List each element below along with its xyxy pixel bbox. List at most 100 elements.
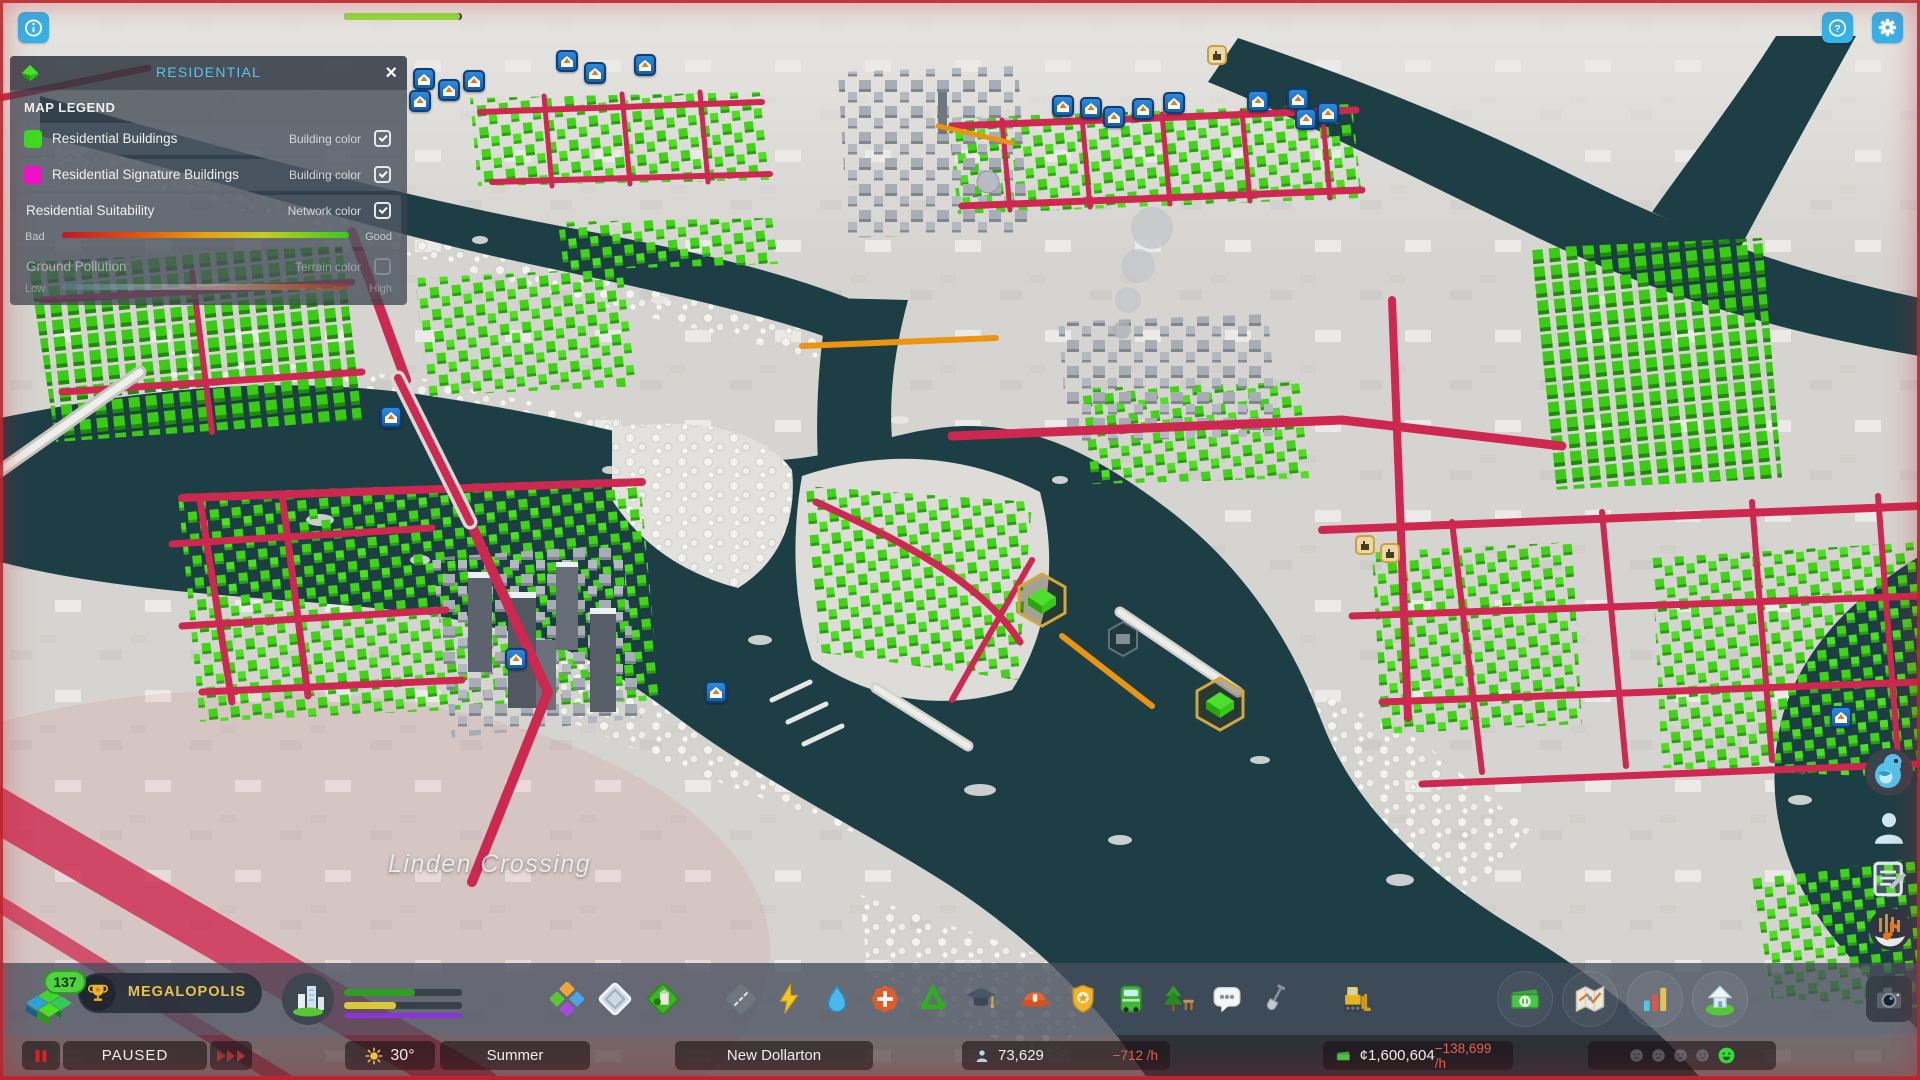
city-information-button[interactable] — [1692, 971, 1748, 1027]
chirper-button[interactable] — [1864, 747, 1914, 802]
level-up-icon[interactable] — [380, 406, 402, 428]
level-up-icon[interactable] — [505, 648, 527, 670]
level-up-icon[interactable] — [1163, 92, 1185, 114]
population-rate: −712 /h — [1112, 1048, 1158, 1063]
legend-row-mode: Building color — [288, 132, 361, 146]
level-up-icon[interactable] — [584, 62, 606, 84]
level-up-icon[interactable] — [556, 50, 578, 72]
terraforming-tool-button[interactable] — [1256, 980, 1294, 1018]
scale-max-label: High — [369, 283, 392, 295]
level-up-icon[interactable] — [463, 70, 485, 92]
roads-icon — [726, 984, 756, 1014]
very-sad-face-icon — [1629, 1049, 1643, 1062]
statistics-button[interactable] — [1627, 971, 1683, 1027]
milestone-name: MEGALOPOLIS — [127, 984, 247, 1000]
suitability-checkbox[interactable] — [374, 202, 391, 219]
milestones-button[interactable]: 137 — [24, 970, 86, 1025]
legend-title: RESIDENTIAL — [156, 64, 261, 80]
building-alert-icon[interactable] — [1355, 535, 1375, 555]
chat-bubble-icon — [1213, 986, 1241, 1013]
communications-tool-button[interactable] — [1208, 980, 1246, 1018]
happiness-widget[interactable] — [1588, 1041, 1776, 1070]
city-info-house-icon — [1705, 985, 1735, 1016]
main-toolbar: 137 MEGALOPOLIS — [0, 13, 1920, 1035]
education-icon — [966, 987, 996, 1009]
season-widget[interactable]: Summer — [440, 1041, 590, 1070]
level-up-icon[interactable] — [409, 90, 431, 112]
level-up-icon[interactable] — [705, 681, 727, 703]
journal-button[interactable] — [1868, 858, 1910, 905]
areas-tool-button[interactable] — [596, 980, 634, 1018]
settings-button[interactable] — [1872, 12, 1903, 43]
electricity-tool-button[interactable] — [770, 980, 808, 1018]
parks-recreation-tool-button[interactable] — [1160, 980, 1198, 1018]
pollution-gradient-bar — [62, 284, 349, 290]
residential-color-swatch — [24, 130, 42, 148]
sad-face-icon — [1651, 1049, 1665, 1062]
pause-icon — [35, 1049, 47, 1062]
city-name-widget[interactable]: New Dollarton — [675, 1041, 873, 1070]
level-up-icon[interactable] — [1317, 102, 1339, 124]
info-views-button[interactable] — [1562, 971, 1618, 1027]
transportation-tool-button[interactable] — [1112, 980, 1150, 1018]
close-icon[interactable]: × — [385, 60, 397, 86]
level-up-icon[interactable] — [438, 79, 460, 101]
recycle-icon — [919, 984, 947, 1012]
inactive-building-marker-icon[interactable] — [1106, 620, 1140, 663]
education-tool-button[interactable] — [962, 980, 1000, 1018]
fast-forward-icon — [217, 1049, 245, 1062]
citizen-lifepath-button[interactable] — [1868, 806, 1910, 855]
speed-up-button[interactable] — [210, 1041, 252, 1070]
areas-icon — [598, 982, 632, 1016]
city-progress-icon — [282, 973, 334, 1025]
zoning-tool-button[interactable] — [548, 980, 586, 1018]
level-up-icon[interactable] — [1103, 106, 1125, 128]
population-widget[interactable]: 73,629 −712 /h — [962, 1041, 1170, 1070]
legend-row-label: Residential Signature Buildings — [52, 167, 239, 182]
info-button[interactable] — [18, 12, 49, 43]
economy-money-icon — [1510, 989, 1540, 1009]
building-alert-icon[interactable] — [1207, 45, 1227, 65]
roads-tool-button[interactable] — [722, 980, 760, 1018]
level-up-icon[interactable] — [1132, 98, 1154, 120]
game-screen: Linden Crossing ? RESIDENTIAL × MAP LEGE… — [0, 0, 1920, 1080]
treasury-widget[interactable]: ¢1,600,604 −138,699 /h — [1323, 1040, 1513, 1071]
water-sewage-tool-button[interactable] — [818, 980, 856, 1018]
garbage-tool-button[interactable] — [914, 980, 952, 1018]
help-button[interactable]: ? — [1822, 12, 1853, 43]
fire-rescue-tool-button[interactable] — [1016, 980, 1054, 1018]
building-alert-icon[interactable] — [1380, 543, 1400, 563]
infoview-legend-panel: RESIDENTIAL × MAP LEGEND Residential Bui… — [10, 56, 407, 305]
level-up-icon[interactable] — [1052, 95, 1074, 117]
scale-max-label: Good — [365, 231, 392, 243]
landscaping-tool-button[interactable] — [644, 980, 682, 1018]
photo-mode-button[interactable] — [1866, 976, 1912, 1022]
police-tool-button[interactable] — [1064, 980, 1102, 1018]
radio-button[interactable] — [1867, 906, 1913, 957]
level-up-icon[interactable] — [1287, 88, 1309, 110]
content-face-icon — [1695, 1049, 1709, 1062]
economy-button[interactable] — [1497, 971, 1553, 1027]
city-progress-button[interactable] — [281, 972, 335, 1026]
signature-building-marker-icon[interactable] — [1194, 676, 1246, 737]
level-up-icon[interactable] — [1080, 97, 1102, 119]
level-up-icon[interactable] — [634, 54, 656, 76]
signature-building-marker-icon[interactable] — [1016, 572, 1068, 633]
residential-buildings-checkbox[interactable] — [374, 130, 391, 147]
milestone-pill[interactable]: MEGALOPOLIS — [78, 973, 262, 1013]
temperature-widget[interactable]: 30° — [345, 1041, 435, 1070]
pause-button[interactable] — [22, 1041, 60, 1070]
treasury-rate: −138,699 /h — [1434, 1040, 1492, 1071]
electricity-icon — [779, 982, 799, 1014]
healthcare-tool-button[interactable] — [866, 980, 904, 1018]
simulation-state-label: PAUSED — [63, 1041, 207, 1070]
info-icon — [24, 18, 43, 37]
level-up-icon[interactable] — [413, 68, 435, 90]
ground-pollution-checkbox[interactable] — [374, 258, 391, 275]
level-up-icon[interactable] — [1295, 108, 1317, 130]
xp-bar-industrial — [344, 1002, 462, 1009]
level-up-icon[interactable] — [1247, 90, 1269, 112]
signature-buildings-checkbox[interactable] — [374, 166, 391, 183]
bulldozer-tool-button[interactable] — [1336, 980, 1374, 1018]
level-up-icon[interactable] — [1830, 706, 1852, 728]
